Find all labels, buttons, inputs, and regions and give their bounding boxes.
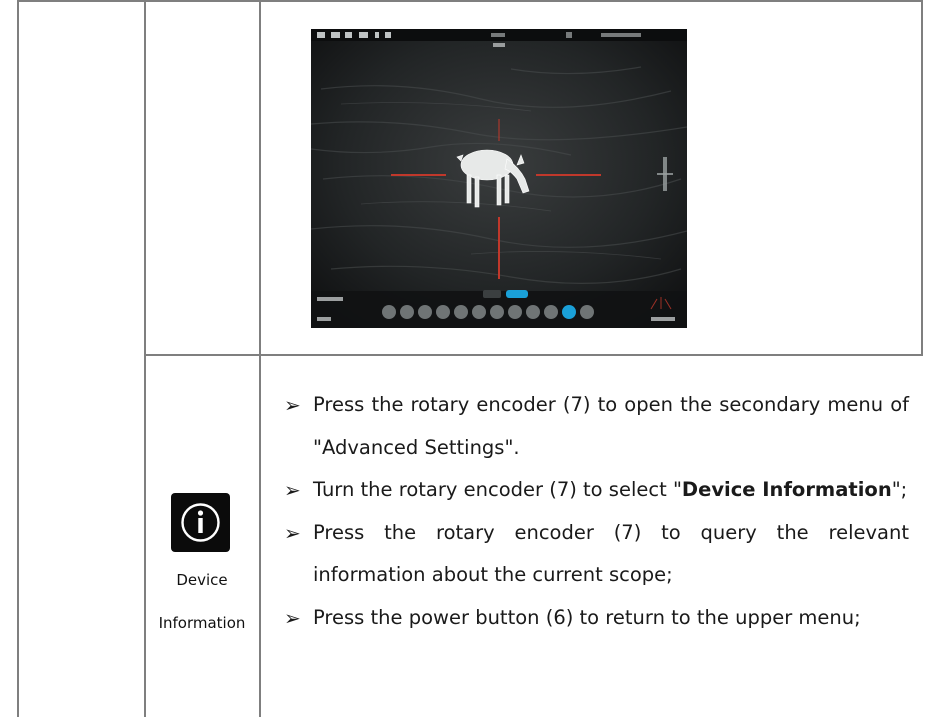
step-text: Press the rotary encoder (7) to query th…	[313, 520, 909, 587]
arrow-bullet-icon: ➢	[284, 520, 301, 545]
arrow-bullet-icon: ➢	[284, 393, 301, 417]
thermal-scope-screenshot	[311, 29, 687, 328]
table-column-divider-2	[259, 0, 261, 717]
table-column-divider-1	[144, 0, 146, 717]
info-circle-icon	[171, 493, 230, 552]
step-text-bold: Device Information	[681, 478, 892, 501]
table-row-divider	[144, 354, 923, 356]
feature-name-line1: Device	[176, 571, 228, 589]
step-text: Press the rotary encoder (7) to open the…	[313, 393, 909, 459]
table-left-border	[17, 0, 19, 717]
arrow-bullet-icon: ➢	[284, 605, 301, 630]
step-text-prefix: Turn the rotary encoder (7) to select "	[313, 478, 682, 501]
arrow-bullet-icon: ➢	[284, 478, 301, 502]
feature-name-line2: Information	[158, 614, 246, 632]
instruction-step: ➢ Press the power button (6) to return t…	[284, 597, 909, 640]
table-top-border	[17, 0, 923, 2]
step-text: Press the power button (6) to return to …	[313, 605, 861, 629]
instruction-step: ➢ Turn the rotary encoder (7) to select …	[284, 469, 909, 512]
instruction-step: ➢ Press the rotary encoder (7) to open t…	[284, 384, 909, 469]
instruction-step: ➢ Press the rotary encoder (7) to query …	[284, 512, 909, 597]
table-right-border	[921, 0, 923, 356]
step-text-suffix: ";	[891, 478, 908, 501]
instruction-list: ➢ Press the rotary encoder (7) to open t…	[284, 384, 909, 639]
